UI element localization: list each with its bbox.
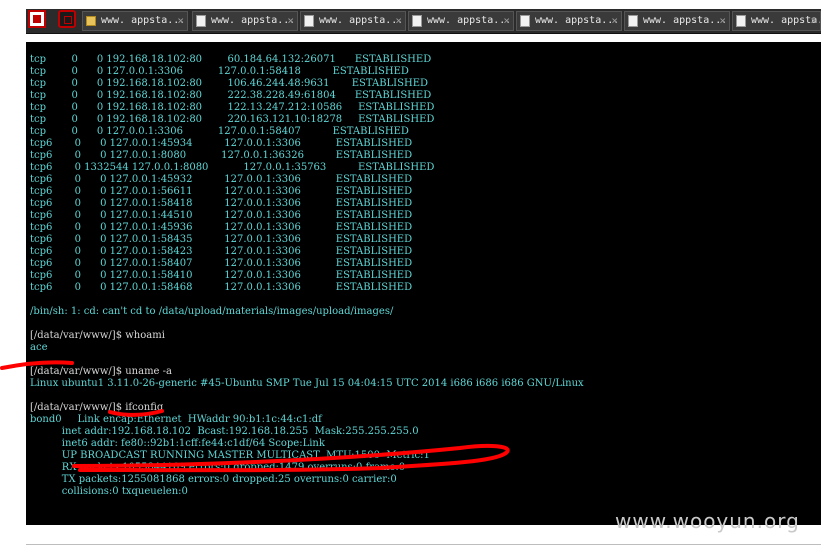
tab-label: www. appsta...	[211, 15, 296, 26]
terminal-line: RX packets:1055844109 errors:0 dropped:1…	[30, 462, 406, 473]
tab-label: www. appsta...	[427, 15, 512, 26]
terminal-line: tcp6 0 0 127.0.0.1:45936 127.0.0.1:3306 …	[30, 222, 413, 233]
terminal-line: tcp 0 0 192.168.18.102:80 106.46.244.48:…	[30, 78, 429, 89]
terminal-line: tcp 0 0 192.168.18.102:80 220.163.121.10…	[30, 114, 435, 125]
close-tab-icon[interactable]: ×	[287, 12, 294, 30]
terminal-line: tcp6 0 0 127.0.0.1:58418 127.0.0.1:3306 …	[30, 198, 413, 209]
terminal-line: tcp 0 0 192.168.18.102:80 222.38.228.49:…	[30, 90, 432, 101]
terminal-line: TX packets:1255081868 errors:0 dropped:2…	[30, 474, 397, 485]
tab-label: www. appsta...	[101, 15, 186, 26]
terminal-line: tcp 0 0 192.168.18.102:80 122.13.247.212…	[30, 102, 435, 113]
terminal-line: tcp6 0 0 127.0.0.1:58407 127.0.0.1:3306 …	[30, 258, 413, 269]
close-tab-icon[interactable]: ×	[177, 12, 184, 30]
browser-tab[interactable]: www. appsta...×	[516, 11, 622, 31]
terminal-line: tcp6 0 1332544 127.0.0.1:8080 127.0.0.1:…	[30, 162, 435, 173]
terminal-line: tcp6 0 0 127.0.0.1:58468 127.0.0.1:3306 …	[30, 282, 413, 293]
terminal-line: tcp6 0 0 127.0.0.1:58410 127.0.0.1:3306 …	[30, 270, 413, 281]
browser-tab[interactable]: www. appsta...×	[300, 11, 406, 31]
browser-tab[interactable]: www. appsta...×	[82, 11, 188, 31]
terminal-line: tcp6 0 0 127.0.0.1:45934 127.0.0.1:3306 …	[30, 138, 413, 149]
document-icon	[304, 15, 314, 27]
tab-label: www. appsta...	[319, 15, 404, 26]
stop-icon[interactable]	[58, 10, 76, 28]
terminal-line: UP BROADCAST RUNNING MASTER MULTICAST MT…	[30, 450, 430, 461]
terminal-line: inet6 addr: fe80::92b1:1cff:fe44:c1df/64…	[30, 438, 325, 449]
browser-tab[interactable]: www. appsta...×	[732, 11, 821, 31]
browser-tab-bar: www. appsta... × www. appsta... × www. appst…	[0, 0, 821, 42]
terminal-line: [/data/var/www/]$ whoami	[30, 330, 165, 341]
browser-tab[interactable]: www. appsta...×	[408, 11, 514, 31]
watermark: www.wooyun.org	[615, 509, 800, 533]
folder-icon	[86, 16, 96, 26]
document-icon	[736, 15, 746, 27]
terminal-window: tcp 0 0 192.168.18.102:80 60.184.64.132:…	[26, 42, 821, 525]
terminal-line: collisions:0 txqueuelen:0	[30, 486, 188, 497]
browser-tab[interactable]: www. appsta...×	[624, 11, 730, 31]
document-icon	[412, 15, 422, 27]
close-tab-icon[interactable]: ×	[810, 12, 817, 30]
terminal-line: tcp 0 0 127.0.0.1:3306 127.0.0.1:58418 E…	[30, 66, 409, 77]
document-icon	[196, 15, 206, 27]
terminal-line: [/data/var/www/]$ ifconfig	[30, 402, 164, 413]
window-menu-icon[interactable]	[28, 10, 46, 28]
terminal-output: tcp 0 0 192.168.18.102:80 60.184.64.132:…	[30, 54, 584, 498]
browser-tab[interactable]: www. appsta...×	[192, 11, 298, 31]
close-tab-icon[interactable]: ×	[611, 12, 618, 30]
terminal-line: tcp 0 0 192.168.18.102:80 60.184.64.132:…	[30, 54, 432, 65]
close-tab-icon[interactable]: ×	[395, 12, 402, 30]
tab-label: www. appsta...	[535, 15, 620, 26]
terminal-line: tcp6 0 0 127.0.0.1:45932 127.0.0.1:3306 …	[30, 174, 413, 185]
document-icon	[520, 15, 530, 27]
terminal-line: ace	[30, 342, 48, 353]
document-icon	[628, 15, 638, 27]
close-tab-icon[interactable]: ×	[503, 12, 510, 30]
terminal-line: inet addr:192.168.18.102 Bcast:192.168.1…	[30, 426, 419, 437]
terminal-line: bond0 Link encap:Ethernet HWaddr 90:b1:1…	[30, 414, 322, 425]
terminal-line: tcp 0 0 127.0.0.1:3306 127.0.0.1:58407 E…	[30, 126, 409, 137]
terminal-line: /bin/sh: 1: cd: can't cd to /data/upload…	[30, 306, 394, 317]
terminal-line: [/data/var/www/]$ uname -a	[30, 366, 172, 377]
terminal-line: tcp6 0 0 127.0.0.1:8080 127.0.0.1:36326 …	[30, 150, 413, 161]
terminal-line: tcp6 0 0 127.0.0.1:58423 127.0.0.1:3306 …	[30, 246, 413, 257]
close-tab-icon[interactable]: ×	[719, 12, 726, 30]
terminal-line: tcp6 0 0 127.0.0.1:44510 127.0.0.1:3306 …	[30, 210, 413, 221]
divider	[26, 544, 821, 545]
terminal-line: tcp6 0 0 127.0.0.1:56611 127.0.0.1:3306 …	[30, 186, 413, 197]
terminal-line: Linux ubuntu1 3.11.0-26-generic #45-Ubun…	[30, 378, 584, 389]
tab-label: www. appsta...	[643, 15, 728, 26]
terminal-line: tcp6 0 0 127.0.0.1:58435 127.0.0.1:3306 …	[30, 234, 413, 245]
